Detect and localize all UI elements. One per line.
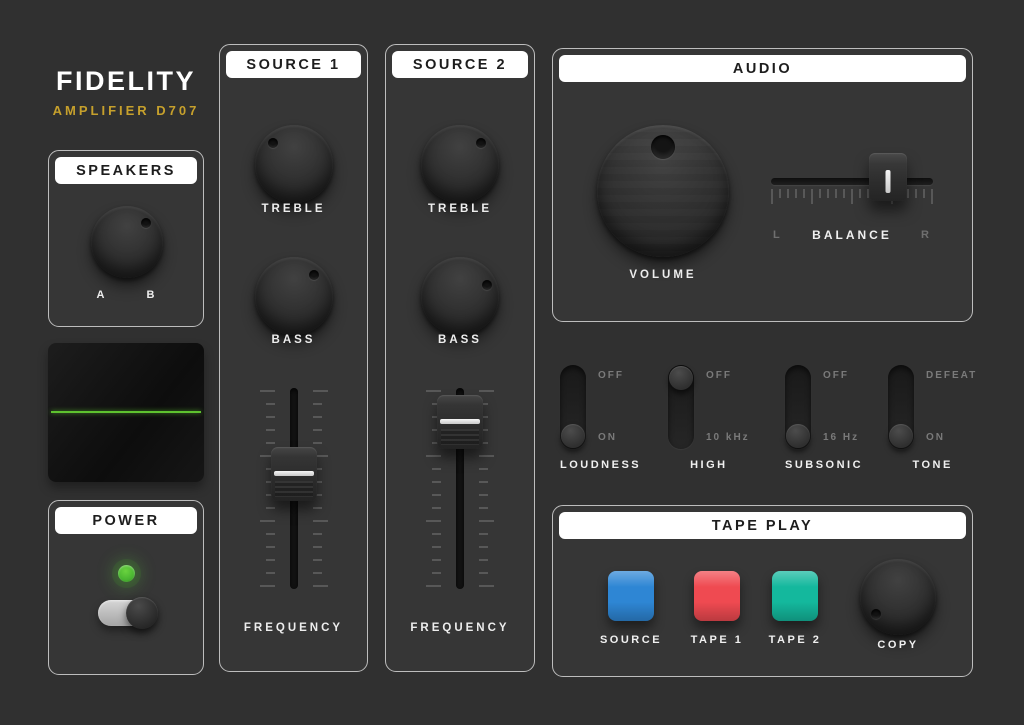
tape-play-panel-title: TAPE PLAY	[559, 512, 966, 539]
source2-bass-label: BASS	[386, 334, 534, 346]
knob-indicator-dot	[476, 138, 486, 148]
screen-trace-line	[51, 411, 201, 413]
balance-tick-scale	[771, 189, 933, 205]
subsonic-switch[interactable]	[785, 365, 811, 449]
speakers-panel-title: SPEAKERS	[55, 157, 197, 184]
source1-treble-label: TREBLE	[220, 203, 367, 215]
copy-knob[interactable]	[860, 559, 936, 635]
source1-frequency-slider-handle[interactable]	[271, 447, 317, 501]
source2-panel: SOURCE 2 TREBLE BASS FREQUENCY	[385, 44, 535, 672]
speaker-b-label: B	[141, 289, 161, 301]
tape2-button[interactable]	[772, 571, 818, 621]
power-toggle-knob[interactable]	[126, 597, 158, 629]
speakers-panel: SPEAKERS A B	[48, 150, 204, 327]
audio-panel-title: AUDIO	[559, 55, 966, 82]
copy-label: COPY	[843, 639, 953, 651]
source1-frequency-label: FREQUENCY	[220, 622, 367, 634]
source2-panel-title: SOURCE 2	[392, 51, 528, 78]
balance-slider-handle[interactable]	[869, 153, 907, 201]
source1-frequency-slider	[248, 388, 340, 589]
source2-frequency-slider	[414, 388, 506, 589]
subsonic-label: SUBSONIC	[785, 459, 863, 471]
balance-right-label: R	[921, 229, 931, 241]
balance-slider-track[interactable]	[771, 178, 933, 185]
loudness-label: LOUDNESS	[560, 459, 641, 471]
source1-panel: SOURCE 1 TREBLE BASS FREQUENCY	[219, 44, 368, 672]
source1-panel-title: SOURCE 1	[226, 51, 361, 78]
loudness-switch-group: OFF ON LOUDNESS	[560, 365, 641, 471]
source1-bass-knob[interactable]	[255, 257, 333, 335]
tone-switch[interactable]	[888, 365, 914, 449]
high-filter-switch[interactable]	[668, 365, 694, 449]
tone-bottom-label: ON	[926, 432, 977, 443]
speaker-a-label: A	[91, 289, 111, 301]
tape-play-panel: TAPE PLAY SOURCE TAPE 1 TAPE 2 COPY	[552, 505, 973, 677]
tone-switch-knob[interactable]	[889, 424, 913, 448]
source2-treble-knob[interactable]	[421, 125, 499, 203]
loudness-top-label: OFF	[598, 370, 624, 381]
balance-slider: L BALANCE R	[771, 169, 933, 249]
volume-label: VOLUME	[597, 269, 729, 281]
high-filter-label: HIGH	[668, 459, 750, 471]
subsonic-switch-knob[interactable]	[786, 424, 810, 448]
brand-model: AMPLIFIER D707	[48, 103, 204, 118]
fader-handle-line	[274, 471, 314, 476]
tone-label: TONE	[888, 459, 977, 471]
power-led	[118, 565, 135, 582]
balance-handle-line	[885, 170, 890, 193]
volume-knob[interactable]	[597, 125, 729, 257]
power-panel-title: POWER	[55, 507, 197, 534]
high-filter-switch-knob[interactable]	[669, 366, 693, 390]
loudness-switch-knob[interactable]	[561, 424, 585, 448]
source2-treble-label: TREBLE	[386, 203, 534, 215]
high-bottom-label: 10 kHz	[706, 432, 750, 443]
high-filter-switch-group: OFF 10 kHz HIGH	[668, 365, 750, 471]
knob-indicator-dot	[871, 609, 881, 619]
subsonic-top-label: OFF	[823, 370, 859, 381]
knob-indicator-dot	[268, 138, 278, 148]
knob-indicator-dot	[651, 135, 675, 159]
knob-indicator-dot	[309, 270, 319, 280]
power-toggle[interactable]	[98, 600, 154, 626]
subsonic-bottom-label: 16 Hz	[823, 432, 859, 443]
speakers-select-knob[interactable]	[91, 206, 163, 278]
knob-indicator-dot	[482, 280, 492, 290]
source2-frequency-label: FREQUENCY	[386, 622, 534, 634]
knob-indicator-dot	[141, 218, 151, 228]
source1-bass-label: BASS	[220, 334, 367, 346]
loudness-switch[interactable]	[560, 365, 586, 449]
source2-bass-knob[interactable]	[421, 257, 499, 335]
display-screen	[48, 343, 204, 482]
amplifier-faceplate: FIDELITY AMPLIFIER D707 SPEAKERS A B POW…	[0, 0, 1024, 725]
source2-frequency-slider-handle[interactable]	[437, 395, 483, 449]
brand-name: FIDELITY	[48, 66, 204, 97]
tone-top-label: DEFEAT	[926, 370, 977, 381]
tape2-label: TAPE 2	[740, 634, 850, 646]
subsonic-switch-group: OFF 16 Hz SUBSONIC	[785, 365, 863, 471]
loudness-bottom-label: ON	[598, 432, 624, 443]
source1-treble-knob[interactable]	[255, 125, 333, 203]
tape-source-button[interactable]	[608, 571, 654, 621]
high-top-label: OFF	[706, 370, 750, 381]
tape1-button[interactable]	[694, 571, 740, 621]
power-panel: POWER	[48, 500, 204, 675]
fader-handle-line	[440, 419, 480, 424]
balance-label: BALANCE	[771, 228, 933, 242]
audio-panel: AUDIO VOLUME L BALANCE R	[552, 48, 973, 322]
brand-logo: FIDELITY AMPLIFIER D707	[48, 66, 204, 118]
tone-switch-group: DEFEAT ON TONE	[888, 365, 977, 471]
